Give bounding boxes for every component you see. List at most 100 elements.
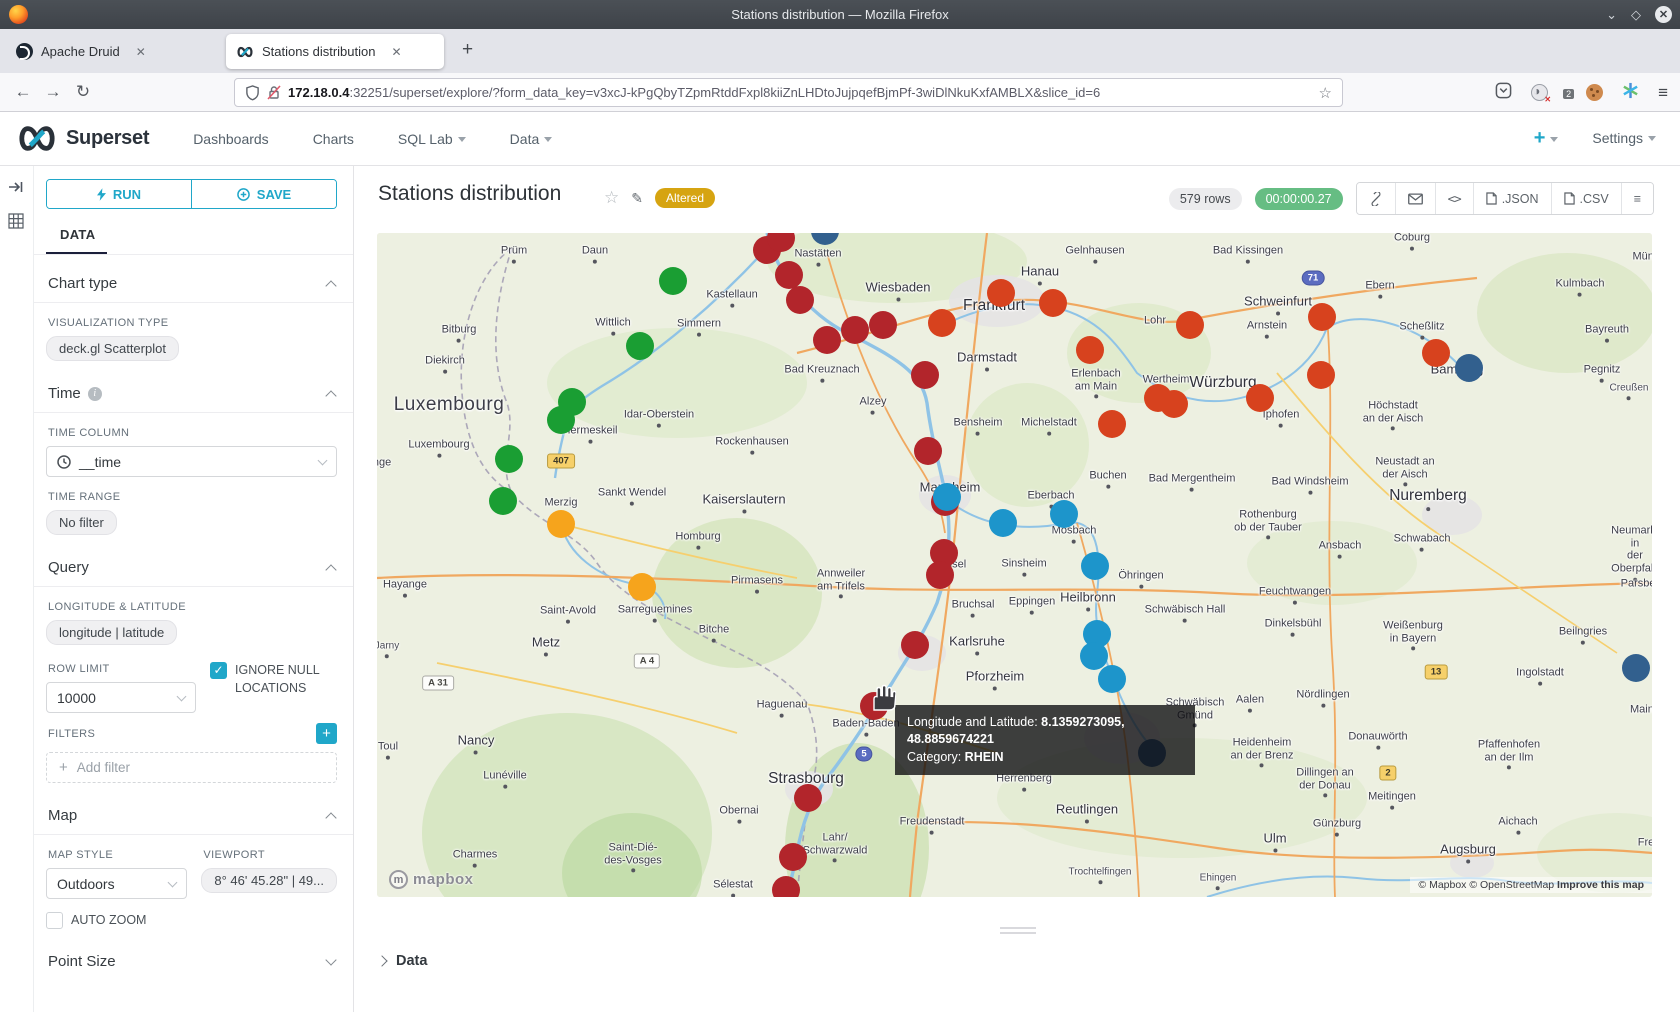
map-data-point[interactable]	[659, 267, 687, 295]
map-data-point[interactable]	[779, 843, 807, 871]
run-button[interactable]: RUN	[47, 180, 192, 208]
superset-logo[interactable]: Superset	[16, 125, 149, 152]
close-icon[interactable]: ✕	[1655, 6, 1672, 23]
forward-button[interactable]: →	[38, 82, 68, 102]
map-data-point[interactable]	[547, 406, 575, 434]
minimize-icon[interactable]: ⌄	[1606, 8, 1617, 21]
nav-dashboards[interactable]: Dashboards	[193, 131, 269, 147]
tracking-shield-icon[interactable]	[245, 85, 260, 101]
row-limit-select[interactable]: 10000	[46, 682, 196, 713]
export-json-button[interactable]: .JSON	[1474, 183, 1552, 214]
map-data-point[interactable]	[987, 279, 1015, 307]
map-data-point[interactable]	[1176, 311, 1204, 339]
map-data-point[interactable]	[901, 631, 929, 659]
nav-charts[interactable]: Charts	[313, 131, 354, 147]
map-data-point[interactable]	[928, 309, 956, 337]
deckgl-scatter-map[interactable]: PrümDaunNastättenKastellaunWiesbadenGeln…	[377, 233, 1652, 897]
viewport-value[interactable]: 8° 46' 45.28" | 49...	[201, 868, 337, 893]
auto-zoom-checkbox[interactable]: AUTO ZOOM	[46, 911, 187, 929]
map-data-point[interactable]	[628, 573, 656, 601]
extension-mask-icon[interactable]	[1531, 84, 1548, 101]
edit-properties-icon[interactable]: ✎	[631, 190, 643, 207]
nav-sql-lab[interactable]: SQL Lab	[398, 131, 466, 147]
map-data-point[interactable]	[1307, 361, 1335, 389]
add-filter-dropzone[interactable]: +Add filter	[46, 752, 337, 783]
insecure-lock-icon[interactable]	[267, 85, 281, 100]
map-data-point[interactable]	[926, 561, 954, 589]
section-point-size-header[interactable]: Point Size	[46, 947, 337, 980]
map-data-point[interactable]	[1308, 303, 1336, 331]
map-data-point[interactable]	[626, 332, 654, 360]
map-style-select[interactable]: Outdoors	[46, 868, 187, 899]
map-data-point[interactable]	[813, 326, 841, 354]
map-data-point[interactable]	[1081, 552, 1109, 580]
chart-menu-button[interactable]: ≡	[1622, 183, 1653, 214]
tab-data[interactable]: DATA	[46, 227, 107, 254]
map-data-point[interactable]	[775, 261, 803, 289]
map-data-point[interactable]	[1098, 665, 1126, 693]
add-filter-plus-button[interactable]: +	[316, 723, 337, 744]
maximize-icon[interactable]: ◇	[1631, 8, 1641, 21]
map-town-label: Haguenau	[757, 699, 808, 718]
map-data-point[interactable]	[772, 876, 800, 897]
url-input[interactable]: 172.18.0.4 :32251/superset/explore/?form…	[234, 78, 1343, 107]
map-data-point[interactable]	[1080, 642, 1108, 670]
time-column-select[interactable]: __time	[46, 446, 337, 477]
bookmark-star-icon[interactable]: ☆	[1319, 84, 1332, 102]
ignore-null-checkbox[interactable]: ✓ IGNORE NULL LOCATIONS	[210, 661, 337, 697]
new-item-button[interactable]: +	[1534, 127, 1559, 150]
save-button[interactable]: SAVE	[192, 180, 336, 208]
map-data-point[interactable]	[786, 286, 814, 314]
map-data-point[interactable]	[989, 509, 1017, 537]
map-data-point[interactable]	[495, 445, 523, 473]
map-data-point[interactable]	[1050, 500, 1078, 528]
email-button[interactable]	[1396, 183, 1436, 214]
section-chart-type-header[interactable]: Chart type	[46, 269, 337, 302]
viz-type-value[interactable]: deck.gl Scatterplot	[46, 336, 179, 361]
map-data-point[interactable]	[1622, 654, 1650, 682]
mapbox-logo[interactable]: m mapbox	[389, 870, 474, 889]
map-data-point[interactable]	[1422, 339, 1450, 367]
tab-stations-distribution[interactable]: Stations distribution ✕	[226, 34, 444, 69]
menu-icon[interactable]: ≡	[1658, 83, 1668, 103]
map-data-point[interactable]	[911, 361, 939, 389]
copy-link-button[interactable]	[1357, 183, 1396, 214]
section-query-header[interactable]: Query	[46, 553, 337, 586]
settings-menu[interactable]: Settings	[1592, 130, 1656, 148]
pocket-icon[interactable]	[1495, 82, 1512, 104]
asterisk-extension-icon[interactable]	[1622, 82, 1639, 104]
map-data-point[interactable]	[489, 487, 517, 515]
map-data-point[interactable]	[933, 483, 961, 511]
cookie-extension-icon[interactable]	[1586, 84, 1603, 101]
map-data-point[interactable]	[1246, 384, 1274, 412]
favorite-star-icon[interactable]: ☆	[604, 188, 619, 208]
reload-button[interactable]: ↻	[68, 82, 98, 102]
time-range-value[interactable]: No filter	[46, 510, 117, 535]
back-button[interactable]: ←	[8, 82, 38, 102]
map-data-point[interactable]	[1455, 354, 1483, 382]
improve-map-link[interactable]: Improve this map	[1557, 879, 1644, 891]
map-data-point[interactable]	[547, 510, 575, 538]
export-csv-button[interactable]: .CSV	[1552, 183, 1622, 214]
section-map-header[interactable]: Map	[46, 801, 337, 834]
map-data-point[interactable]	[914, 437, 942, 465]
tab-apache-druid[interactable]: Apache Druid ✕	[6, 34, 218, 69]
collapse-panel-icon[interactable]	[8, 180, 33, 199]
data-results-toggle[interactable]: Data	[378, 953, 427, 969]
tab-close-icon[interactable]: ✕	[391, 45, 401, 59]
map-data-point[interactable]	[1076, 336, 1104, 364]
section-time-header[interactable]: Time i	[46, 379, 337, 412]
map-data-point[interactable]	[794, 784, 822, 812]
tab-close-icon[interactable]: ✕	[136, 45, 146, 59]
nav-data[interactable]: Data	[510, 131, 553, 147]
map-data-point[interactable]	[1039, 289, 1067, 317]
lonlat-value[interactable]: longitude | latitude	[46, 620, 177, 645]
map-data-point[interactable]	[841, 316, 869, 344]
map-data-point[interactable]	[1160, 390, 1188, 418]
map-data-point[interactable]	[869, 311, 897, 339]
panel-drag-handle[interactable]	[1000, 927, 1036, 937]
new-tab-button[interactable]: +	[462, 39, 473, 61]
map-data-point[interactable]	[1098, 410, 1126, 438]
embed-code-button[interactable]: <>	[1436, 183, 1474, 214]
dataset-grid-icon[interactable]	[8, 213, 33, 234]
